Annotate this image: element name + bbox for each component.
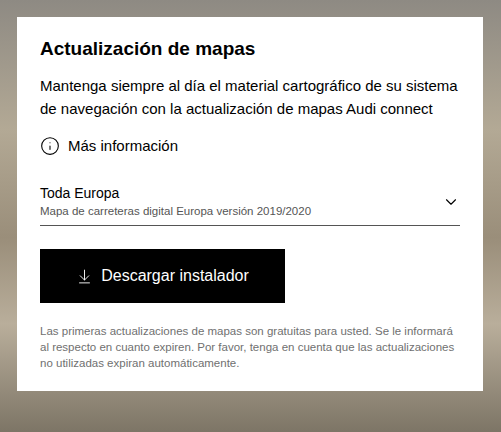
card-description: Mantenga siempre al día el material cart… (40, 75, 460, 120)
region-subtitle: Mapa de carreteras digital Europa versió… (40, 203, 432, 219)
page-background: Actualización de mapas Mantenga siempre a… (0, 0, 501, 432)
card-title: Actualización de mapas (40, 37, 460, 61)
info-icon (40, 136, 60, 156)
download-icon (76, 268, 93, 285)
download-button[interactable]: Descargar instalador (40, 249, 285, 303)
chevron-down-icon (442, 193, 460, 211)
region-value: Toda Europa (40, 184, 432, 203)
map-update-card: Actualización de mapas Mantenga siempre a… (17, 17, 483, 391)
region-select[interactable]: Toda EuropaMapa de carreteras digital Eu… (40, 184, 460, 226)
footnote: Las primeras actualizaciones de mapas so… (40, 323, 460, 371)
info-link[interactable]: Más información (40, 135, 460, 157)
